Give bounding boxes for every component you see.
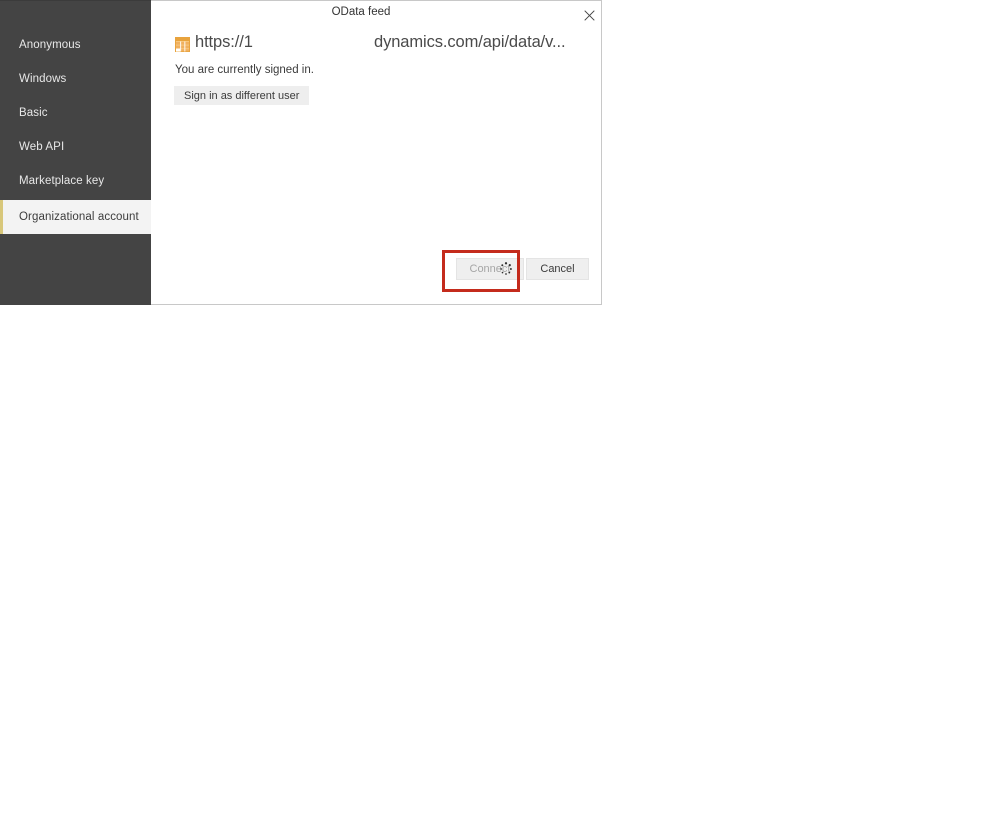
nav-item-organizational-account[interactable]: Organizational account — [0, 200, 151, 234]
sign-in-different-user-button[interactable]: Sign in as different user — [174, 86, 310, 105]
nav-item-marketplace-key[interactable]: Marketplace key — [0, 164, 151, 198]
dialog-footer: Connect Cancel — [151, 249, 601, 304]
feed-url-row: https://1 dynamics.com/api/data/v... — [175, 33, 585, 59]
nav-item-label: Marketplace key — [19, 175, 105, 187]
table-feed-icon — [175, 37, 190, 52]
connect-button[interactable]: Connect — [456, 258, 524, 280]
authentication-method-nav: Anonymous Windows Basic Web API Marketpl… — [0, 0, 151, 305]
nav-item-label: Organizational account — [19, 211, 139, 223]
dialog-title: OData feed — [331, 6, 391, 18]
nav-item-web-api[interactable]: Web API — [0, 130, 151, 164]
nav-item-label: Basic — [19, 107, 48, 119]
feed-url-suffix: dynamics.com/api/data/v... — [374, 33, 566, 51]
nav-item-label: Windows — [19, 73, 67, 85]
close-icon[interactable] — [578, 5, 600, 25]
nav-item-label: Anonymous — [19, 39, 81, 51]
dialog-title-bar: OData feed — [151, 1, 601, 28]
nav-item-label: Web API — [19, 141, 65, 153]
nav-item-basic[interactable]: Basic — [0, 96, 151, 130]
cancel-button[interactable]: Cancel — [526, 258, 589, 280]
nav-item-windows[interactable]: Windows — [0, 62, 151, 96]
signin-status-text: You are currently signed in. — [175, 64, 314, 76]
feed-url-prefix: https://1 — [195, 33, 253, 51]
nav-item-anonymous[interactable]: Anonymous — [0, 28, 151, 62]
dialog-content: https://1 dynamics.com/api/data/v... You… — [151, 28, 601, 304]
odata-feed-dialog: Anonymous Windows Basic Web API Marketpl… — [0, 0, 603, 306]
selected-accent-bar — [0, 200, 3, 234]
screen-root: Anonymous Windows Basic Web API Marketpl… — [0, 0, 999, 817]
